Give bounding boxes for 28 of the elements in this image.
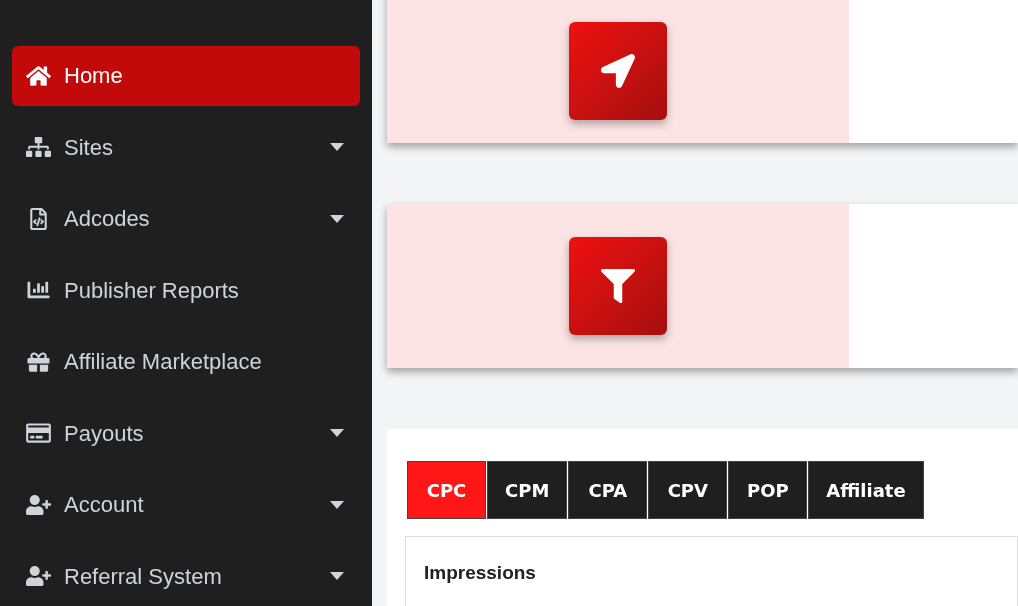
filter-icon: [601, 269, 635, 303]
report-tab[interactable]: CPA: [568, 461, 648, 519]
sidebar-item[interactable]: Referral System: [12, 546, 360, 606]
card-title: Impressions: [424, 562, 536, 583]
report-tab[interactable]: CPC: [407, 461, 486, 519]
report-tab[interactable]: CPV: [648, 461, 728, 519]
caret-icon: [330, 500, 344, 509]
report-tab[interactable]: Affiliate: [808, 461, 924, 519]
sidebar-item[interactable]: Affiliate Marketplace: [12, 332, 360, 392]
user-plus-icon: [26, 493, 51, 516]
caret-icon: [330, 143, 344, 152]
caret-icon: [330, 429, 344, 438]
location-arrow-icon: [601, 54, 635, 88]
sidebar-item[interactable]: Home: [12, 46, 360, 106]
report-tab[interactable]: POP: [728, 461, 808, 519]
caret-icon: [330, 572, 344, 581]
sidebar-item[interactable]: Account: [12, 475, 360, 535]
sidebar-item[interactable]: Payouts: [12, 403, 360, 463]
user-plus-icon: [26, 565, 51, 588]
caret-icon: [330, 214, 344, 223]
sidebar-item[interactable]: Sites: [12, 117, 360, 177]
gift-icon: [26, 350, 51, 373]
sitemap-icon: [26, 136, 51, 159]
credit-card-icon: [26, 422, 51, 445]
home-icon: [26, 64, 51, 87]
sidebar-item[interactable]: Publisher Reports: [12, 260, 360, 320]
report-tab[interactable]: CPM: [487, 461, 568, 519]
sidebar-item[interactable]: Adcodes: [12, 189, 360, 249]
